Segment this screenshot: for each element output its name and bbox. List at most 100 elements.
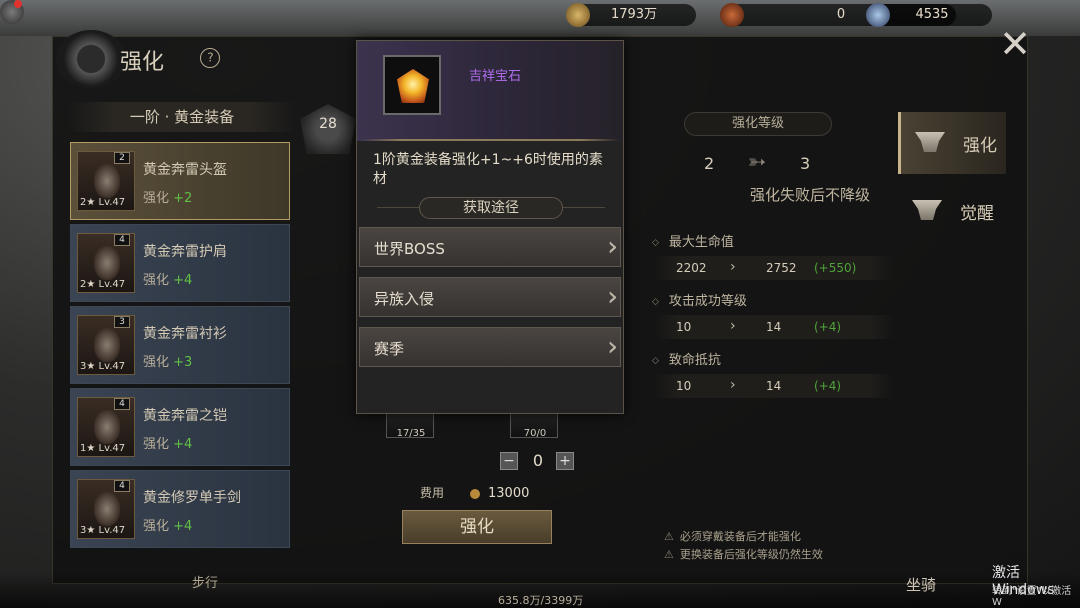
item-thumbnail: 4 3★ Lv.47 — [77, 479, 135, 539]
source-button-invasion[interactable]: 异族入侵 ›› — [359, 277, 621, 317]
item-thumbnail: 2 2★ Lv.47 — [77, 151, 135, 211]
decrease-button[interactable]: − — [500, 452, 518, 470]
increase-button[interactable]: + — [556, 452, 574, 470]
item-thumbnail: 4 2★ Lv.47 — [77, 233, 135, 293]
stat-title-crit-resist: 致命抵抗 — [652, 349, 721, 368]
window-title: 强化 — [120, 50, 165, 75]
help-glyph: ? — [207, 50, 214, 65]
arrow-right-icon: ➳ — [747, 150, 767, 175]
walk-button[interactable]: 步行 — [192, 572, 218, 591]
source-button-season[interactable]: 赛季 ›› — [359, 327, 621, 367]
crystal-currency: 4535 — [866, 3, 992, 27]
chevron-right-icon: › — [730, 318, 736, 334]
equipment-item-armor[interactable]: 4 1★ Lv.47 黄金奔雷之铠 强化 +4 — [70, 388, 290, 466]
item-enhance-level: 强化 +4 — [143, 433, 192, 452]
enhance-button[interactable]: 强化 — [402, 510, 552, 544]
tab-label: 觉醒 — [960, 204, 994, 224]
item-star-level: 3★ Lv.47 — [80, 525, 126, 536]
stat-next: 14 — [766, 379, 782, 393]
stat-current: 2202 — [676, 261, 707, 275]
tab-awaken[interactable]: 觉醒 — [898, 180, 1006, 242]
equipment-item-shoulder[interactable]: 4 2★ Lv.47 黄金奔雷护肩 强化 +4 — [70, 224, 290, 302]
item-count: 3 — [114, 316, 130, 328]
coin-icon — [470, 488, 481, 499]
item-name: 黄金修罗单手剑 — [143, 490, 241, 506]
item-name: 黄金奔雷头盔 — [143, 162, 227, 178]
item-enhance-level: 强化 +4 — [143, 515, 192, 534]
divider — [361, 139, 619, 141]
double-chevron-right-icon: ›› — [607, 332, 616, 362]
tab-enhance[interactable]: 强化 — [898, 112, 1006, 174]
ruby-amount: 0 — [836, 7, 846, 22]
coin-icon — [566, 3, 590, 27]
item-count: 4 — [114, 480, 130, 492]
ruby-icon — [720, 3, 744, 27]
item-name: 黄金奔雷之铠 — [143, 408, 227, 424]
mount-button[interactable]: 坐骑 — [906, 574, 936, 595]
close-button[interactable]: ✕ — [996, 25, 1034, 64]
double-chevron-right-icon: ›› — [607, 282, 616, 312]
item-name: 黄金奔雷护肩 — [143, 244, 227, 260]
stat-row-hit: 10 › 14 (+4) — [654, 315, 894, 339]
material-count: 70/0 — [523, 428, 547, 439]
gold-amount: 1793万 — [610, 7, 658, 22]
stat-delta: (+4) — [814, 320, 842, 334]
item-enhance-level: 强化 +4 — [143, 269, 192, 288]
stat-title-hp: 最大生命值 — [652, 231, 734, 250]
item-enhance-level: 强化 +2 — [143, 187, 192, 206]
enhance-level-header: 强化等级 — [684, 112, 832, 136]
enhance-label: 强化 — [143, 437, 170, 452]
enhance-value: +4 — [173, 519, 193, 534]
note-level-kept: 更换装备后强化等级仍然生效 — [664, 546, 823, 562]
crystal-icon — [866, 3, 890, 27]
quantity-stepper: − 0 + — [500, 451, 576, 472]
stat-next: 14 — [766, 320, 782, 334]
item-tooltip: 吉祥宝石 1阶黄金装备强化+1~+6时使用的素材 获取途径 世界BOSS ›› … — [356, 40, 624, 414]
shoulder-icon — [94, 246, 120, 280]
item-star-level: 3★ Lv.47 — [80, 361, 126, 372]
exp-text: 635.8万/3399万 — [498, 594, 584, 607]
source-header: 获取途径 — [419, 197, 563, 219]
quantity-value: 0 — [532, 451, 544, 470]
list-header: 一阶 · 黄金装备 — [68, 102, 296, 132]
cost-label: 费用 — [420, 486, 445, 500]
player-avatar[interactable] — [0, 0, 24, 24]
source-button-world-boss[interactable]: 世界BOSS ›› — [359, 227, 621, 267]
stat-delta: (+550) — [814, 261, 857, 275]
no-downgrade-text: 强化失败后不降级 — [750, 186, 871, 204]
item-count: 2 — [114, 152, 130, 164]
windows-activation-subtitle: 转到"设置"以激活 W — [992, 586, 1072, 608]
equipment-item-shirt[interactable]: 3 3★ Lv.47 黄金奔雷衬衫 强化 +3 — [70, 306, 290, 384]
note-equip-required: 必须穿戴装备后才能强化 — [664, 528, 801, 544]
enhance-label: 强化 — [143, 519, 170, 534]
item-name: 黄金奔雷衬衫 — [143, 326, 227, 342]
tab-label: 强化 — [963, 136, 997, 156]
enhance-label: 强化 — [143, 355, 170, 370]
sword-icon — [94, 492, 120, 526]
stat-delta: (+4) — [814, 379, 842, 393]
crystal-amount: 4535 — [915, 7, 949, 22]
equipment-item-sword[interactable]: 4 3★ Lv.47 黄金修罗单手剑 强化 +4 — [70, 470, 290, 548]
window-emblem-icon — [56, 30, 126, 88]
enhance-value: +2 — [173, 191, 193, 206]
chevron-right-icon: › — [730, 377, 736, 393]
item-star-level: 2★ Lv.47 — [80, 197, 126, 208]
source-label: 赛季 — [374, 340, 405, 358]
gem-icon — [397, 69, 429, 103]
enhance-value: +4 — [173, 437, 193, 452]
item-star-level: 2★ Lv.47 — [80, 279, 126, 290]
helmet-icon — [94, 164, 120, 198]
cost-row: 费用 13000 — [420, 484, 529, 501]
enhance-label: 强化 — [143, 191, 170, 206]
stat-row-hp: 2202 › 2752 (+550) — [654, 256, 894, 280]
item-count: 4 — [114, 234, 130, 246]
enhance-value: +4 — [173, 273, 193, 288]
double-chevron-right-icon: ›› — [607, 232, 616, 262]
item-description: 1阶黄金装备强化+1~+6时使用的素材 — [373, 152, 603, 187]
equipment-item-helmet[interactable]: 2 2★ Lv.47 黄金奔雷头盔 强化 +2 — [70, 142, 290, 220]
stat-current: 10 — [676, 320, 692, 334]
item-icon-frame — [383, 55, 441, 115]
next-level: 3 — [800, 154, 811, 173]
anvil-icon — [915, 132, 945, 152]
stat-title-hit: 攻击成功等级 — [652, 290, 747, 309]
